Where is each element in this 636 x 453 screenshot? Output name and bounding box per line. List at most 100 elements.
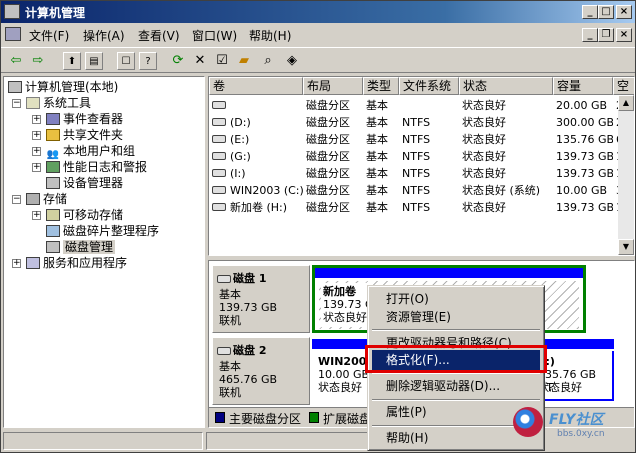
column-header-layout[interactable]: 布局 — [303, 77, 363, 95]
wizard-icon[interactable]: ◈ — [283, 52, 301, 70]
menu-help[interactable]: 帮助(H) — [249, 27, 291, 44]
volume-name-cell: (E:) — [230, 133, 250, 146]
doc-restore-button[interactable]: ❐ — [598, 28, 614, 42]
volume-row[interactable]: (I:)磁盘分区基本NTFS状态良好139.73 GB11 — [209, 165, 630, 182]
removable-storage-icon — [46, 209, 60, 221]
collapse-icon[interactable]: − — [12, 195, 21, 204]
volume-cell: 状态良好 — [462, 150, 506, 163]
tree-item-label: 系统工具 — [43, 96, 92, 110]
tree-item-label: 性能日志和警报 — [63, 160, 148, 174]
tree-item-services[interactable]: 服务和应用程序 — [26, 255, 127, 271]
volume-name-cell: (I:) — [230, 167, 246, 180]
title-bar[interactable]: 计算机管理 _ □ × — [1, 1, 635, 23]
expand-icon[interactable]: + — [12, 259, 21, 268]
volume-cell: NTFS — [402, 116, 431, 129]
volume-cell: 基本 — [366, 150, 388, 163]
volume-row[interactable]: (D:)磁盘分区基本NTFS状态良好300.00 GB23 — [209, 114, 630, 131]
menu-window[interactable]: 窗口(W) — [192, 27, 237, 44]
tree-item-removable-storage[interactable]: 可移动存储 — [46, 207, 123, 223]
volume-cell: 139.73 GB — [556, 150, 613, 163]
tree-item-local-users[interactable]: 👥 本地用户和组 — [46, 143, 136, 160]
expand-icon[interactable]: + — [32, 211, 41, 220]
folder-icon — [46, 129, 60, 141]
volume-icon — [212, 118, 226, 126]
expand-icon[interactable]: + — [32, 131, 41, 140]
device-manager-icon — [46, 177, 60, 189]
menu-view[interactable]: 查看(V) — [138, 27, 180, 44]
menu-file[interactable]: 文件(F) — [29, 27, 69, 44]
volume-row[interactable]: 磁盘分区基本状态良好20.00 GB20 — [209, 97, 630, 114]
disk-1-info[interactable]: 磁盘 1 基本 139.73 GB 联机 — [212, 265, 310, 333]
volume-row[interactable]: (E:)磁盘分区基本NTFS状态良好135.76 GB6.3 — [209, 131, 634, 148]
expand-icon[interactable]: + — [32, 147, 41, 156]
volume-cell: 磁盘分区 — [306, 150, 350, 163]
volume-row[interactable]: (G:)磁盘分区基本NTFS状态良好139.73 GB12 — [209, 148, 630, 165]
forward-icon[interactable]: ⇨ — [29, 52, 47, 70]
close-button[interactable]: × — [616, 5, 632, 19]
column-header-filesystem[interactable]: 文件系统 — [399, 77, 459, 95]
volume-icon — [212, 135, 226, 143]
tree-item-storage[interactable]: 存储 — [26, 191, 67, 207]
volume-cell: 磁盘分区 — [306, 99, 350, 112]
menu-item-open[interactable]: 打开(O) — [372, 289, 540, 309]
volume-cell: 基本 — [366, 167, 388, 180]
collapse-icon[interactable]: − — [12, 99, 21, 108]
disk-2-info[interactable]: 磁盘 2 基本 465.76 GB 联机 — [212, 337, 310, 405]
vertical-scrollbar[interactable]: ▲ ▼ — [618, 95, 634, 255]
tree-item-disk-management[interactable]: 磁盘管理 — [46, 239, 116, 255]
help-icon[interactable]: ? — [139, 52, 157, 70]
refresh-icon[interactable]: ⟳ — [169, 52, 187, 70]
doc-close-button[interactable]: × — [616, 28, 632, 42]
menu-item-explore[interactable]: 资源管理(E) — [372, 307, 540, 327]
disk-2-status: 联机 — [219, 386, 241, 399]
disk-management-icon — [46, 241, 60, 253]
legend-extended-swatch — [309, 412, 319, 423]
menu-item-delete-logical-drive[interactable]: 删除逻辑驱动器(D)... — [372, 376, 540, 396]
window-title: 计算机管理 — [25, 6, 86, 20]
tree-item-perf-logs[interactable]: 性能日志和警报 — [46, 159, 147, 175]
properties-icon[interactable]: ☐ — [117, 52, 135, 70]
expand-icon[interactable]: + — [32, 163, 41, 172]
search-icon[interactable]: ⌕ — [259, 52, 277, 70]
menu-action[interactable]: 操作(A) — [83, 27, 125, 44]
up-icon[interactable]: ⬆ — [63, 52, 81, 70]
scroll-down-icon[interactable]: ▼ — [618, 239, 634, 255]
volume-cell: 20.00 GB — [556, 99, 608, 112]
column-header-volume[interactable]: 卷 — [209, 77, 303, 95]
volume-cell: 磁盘分区 — [306, 184, 350, 197]
delete-icon[interactable]: ✕ — [191, 52, 209, 70]
volume-list: 卷 布局 类型 文件系统 状态 容量 空 磁盘分区基本状态良好20.00 GB2… — [208, 76, 635, 256]
event-viewer-icon — [46, 113, 60, 125]
settings-icon[interactable]: ☑ — [213, 52, 231, 70]
open-folder-icon[interactable]: ▰ — [235, 52, 253, 70]
toolbar: ⇦ ⇨ ⬆ ▤ ☐ ? ⟳ ✕ ☑ ▰ ⌕ ◈ — [1, 47, 635, 73]
volume-row[interactable]: WIN2003 (C:)磁盘分区基本NTFS状态良好 (系统)10.00 GB3… — [209, 182, 634, 199]
expand-icon[interactable]: + — [32, 115, 41, 124]
back-icon[interactable]: ⇦ — [7, 52, 25, 70]
minimize-button[interactable]: _ — [582, 5, 598, 19]
maximize-button[interactable]: □ — [598, 5, 614, 19]
column-header-capacity[interactable]: 容量 — [553, 77, 613, 95]
tree-item-root[interactable]: 计算机管理(本地) — [8, 79, 118, 95]
column-header-free[interactable]: 空 — [613, 77, 634, 95]
volume-icon — [212, 169, 226, 177]
volume-cell: NTFS — [402, 133, 431, 146]
tree-item-system-tools[interactable]: 系统工具 — [26, 95, 91, 111]
volume-row[interactable]: 新加卷 (H:)磁盘分区基本NTFS状态良好139.73 GB12 — [209, 199, 630, 216]
show-hide-tree-icon[interactable]: ▤ — [85, 52, 103, 70]
volume-cell: 基本 — [366, 201, 388, 214]
column-header-type[interactable]: 类型 — [363, 77, 399, 95]
tree-item-label: 本地用户和组 — [63, 144, 136, 158]
tree-pane: 计算机管理(本地) − 系统工具 + 事件查看器 + 共享文件夹 + 👥 本地用户… — [3, 76, 205, 428]
tree-item-shared-folders[interactable]: 共享文件夹 — [46, 127, 123, 143]
watermark-brand: FLY社区 — [549, 412, 604, 428]
tree-item-device-manager[interactable]: 设备管理器 — [46, 175, 123, 191]
volume-cell: 状态良好 — [462, 167, 506, 180]
volume-cell: 状态良好 — [462, 201, 506, 214]
tree-item-event-viewer[interactable]: 事件查看器 — [46, 111, 123, 127]
doc-minimize-button[interactable]: _ — [582, 28, 598, 42]
tree-item-defrag[interactable]: 磁盘碎片整理程序 — [46, 223, 159, 239]
volume-icon — [212, 203, 226, 211]
scroll-up-icon[interactable]: ▲ — [618, 95, 634, 111]
column-header-status[interactable]: 状态 — [459, 77, 553, 95]
